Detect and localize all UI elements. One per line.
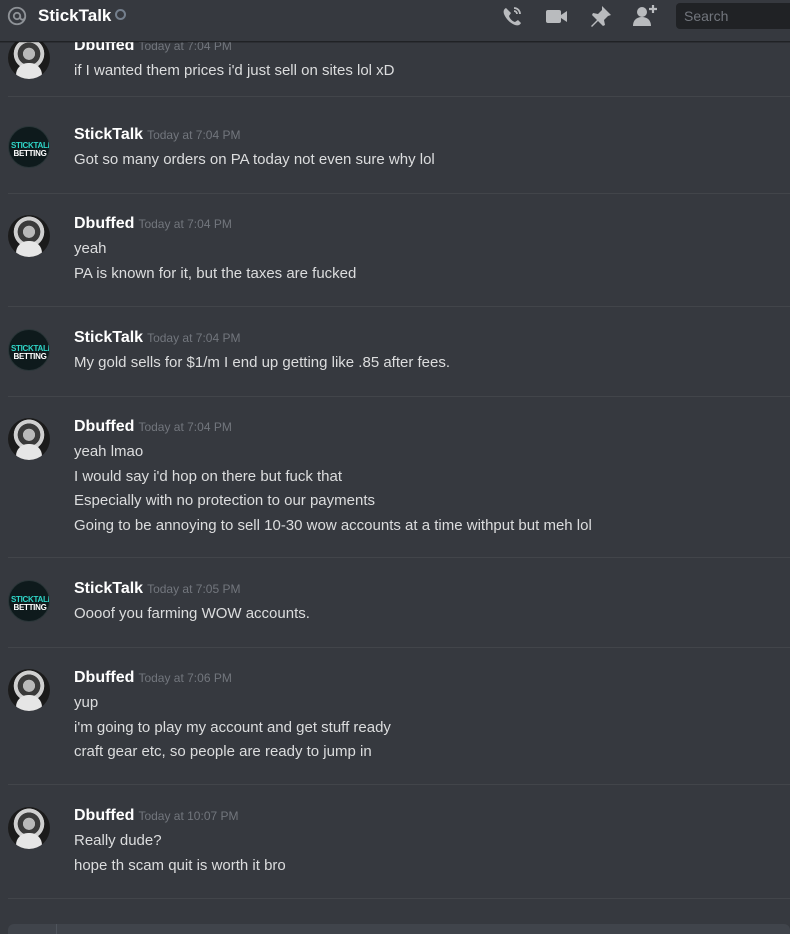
message-group: Dbuffed Today at 10:07 PM Really dude? ho… [8, 807, 790, 899]
message-author[interactable]: Dbuffed [74, 42, 134, 54]
message-author[interactable]: Dbuffed [74, 807, 134, 824]
message-timestamp: Today at 7:04 PM [138, 217, 232, 231]
message-group: STICKTALK BETTING StickTalk Today at 7:05… [8, 580, 790, 648]
input-divider [56, 924, 57, 934]
message-text: Got so many orders on PA today not even … [74, 151, 435, 168]
message-list: Dbuffed Today at 7:04 PM if I wanted them… [0, 42, 790, 920]
user-avatar[interactable] [8, 669, 50, 711]
message-author[interactable]: StickTalk [74, 329, 143, 346]
message-timestamp: Today at 7:04 PM [138, 42, 232, 53]
message-text: i'm going to play my account and get stu… [74, 718, 391, 736]
message-text: if I wanted them prices i'd just sell on… [74, 62, 395, 79]
message-timestamp: Today at 7:04 PM [147, 128, 241, 142]
message-text: yeah [74, 240, 107, 257]
message-text: craft gear etc, so people are ready to j… [74, 743, 372, 760]
at-icon [7, 6, 27, 26]
message-text: hope th scam quit is worth it bro [74, 856, 286, 874]
status-indicator [115, 9, 126, 20]
message-text: yeah lmao [74, 443, 144, 460]
video-call-icon[interactable] [543, 3, 569, 29]
message-group: Dbuffed Today at 7:04 PM yeah lmao I woul… [8, 418, 790, 558]
message-group: Dbuffed Today at 7:06 PM yup i'm going to… [8, 669, 790, 785]
message-author[interactable]: Dbuffed [74, 215, 134, 232]
pin-icon[interactable] [588, 3, 614, 29]
channel-header: StickTalk Search [0, 0, 790, 42]
user-avatar[interactable] [8, 418, 50, 460]
user-avatar[interactable]: STICKTALK BETTING [8, 126, 50, 168]
message-text: Especially with no protection to our pay… [74, 492, 375, 509]
message-group: STICKTALK BETTING StickTalk Today at 7:04… [8, 329, 790, 397]
message-author[interactable]: Dbuffed [74, 418, 134, 435]
message-group: Dbuffed Today at 7:04 PM if I wanted them… [8, 42, 790, 97]
avatar-logo-text: BETTING [13, 603, 47, 612]
message-text: Oooof you farming WOW accounts. [74, 605, 310, 622]
message-timestamp: Today at 7:04 PM [138, 420, 232, 434]
message-text: My gold sells for $1/m I end up getting … [74, 354, 451, 371]
message-text: I would say i'd hop on there but fuck th… [74, 467, 343, 485]
user-avatar[interactable] [8, 42, 50, 79]
message-group: STICKTALK BETTING StickTalk Today at 7:04… [8, 126, 790, 194]
message-timestamp: Today at 10:07 PM [138, 809, 239, 823]
avatar-logo-text: BETTING [13, 149, 47, 158]
message-author[interactable]: StickTalk [74, 126, 143, 143]
message-text: yup [74, 694, 99, 711]
message-timestamp: Today at 7:05 PM [147, 582, 241, 596]
message-timestamp: Today at 7:06 PM [138, 671, 232, 685]
message-input[interactable] [8, 924, 790, 934]
message-group: Dbuffed Today at 7:04 PM yeah PA is known… [8, 215, 790, 307]
message-author[interactable]: StickTalk [74, 580, 143, 597]
message-author[interactable]: Dbuffed [74, 669, 134, 686]
phone-call-icon[interactable] [499, 3, 525, 29]
user-avatar[interactable] [8, 215, 50, 257]
message-text: PA is known for it, but the taxes are fu… [74, 264, 357, 282]
user-avatar[interactable]: STICKTALK BETTING [8, 580, 50, 622]
add-friend-icon[interactable] [632, 3, 658, 29]
user-avatar[interactable] [8, 807, 50, 849]
avatar-logo-text: BETTING [13, 352, 47, 361]
search-input[interactable]: Search [676, 3, 790, 29]
message-timestamp: Today at 7:04 PM [147, 331, 241, 345]
user-avatar[interactable]: STICKTALK BETTING [8, 329, 50, 371]
message-text: Really dude? [74, 832, 162, 849]
channel-name: StickTalk [38, 6, 112, 25]
message-text: Going to be annoying to sell 10-30 wow a… [74, 516, 592, 534]
